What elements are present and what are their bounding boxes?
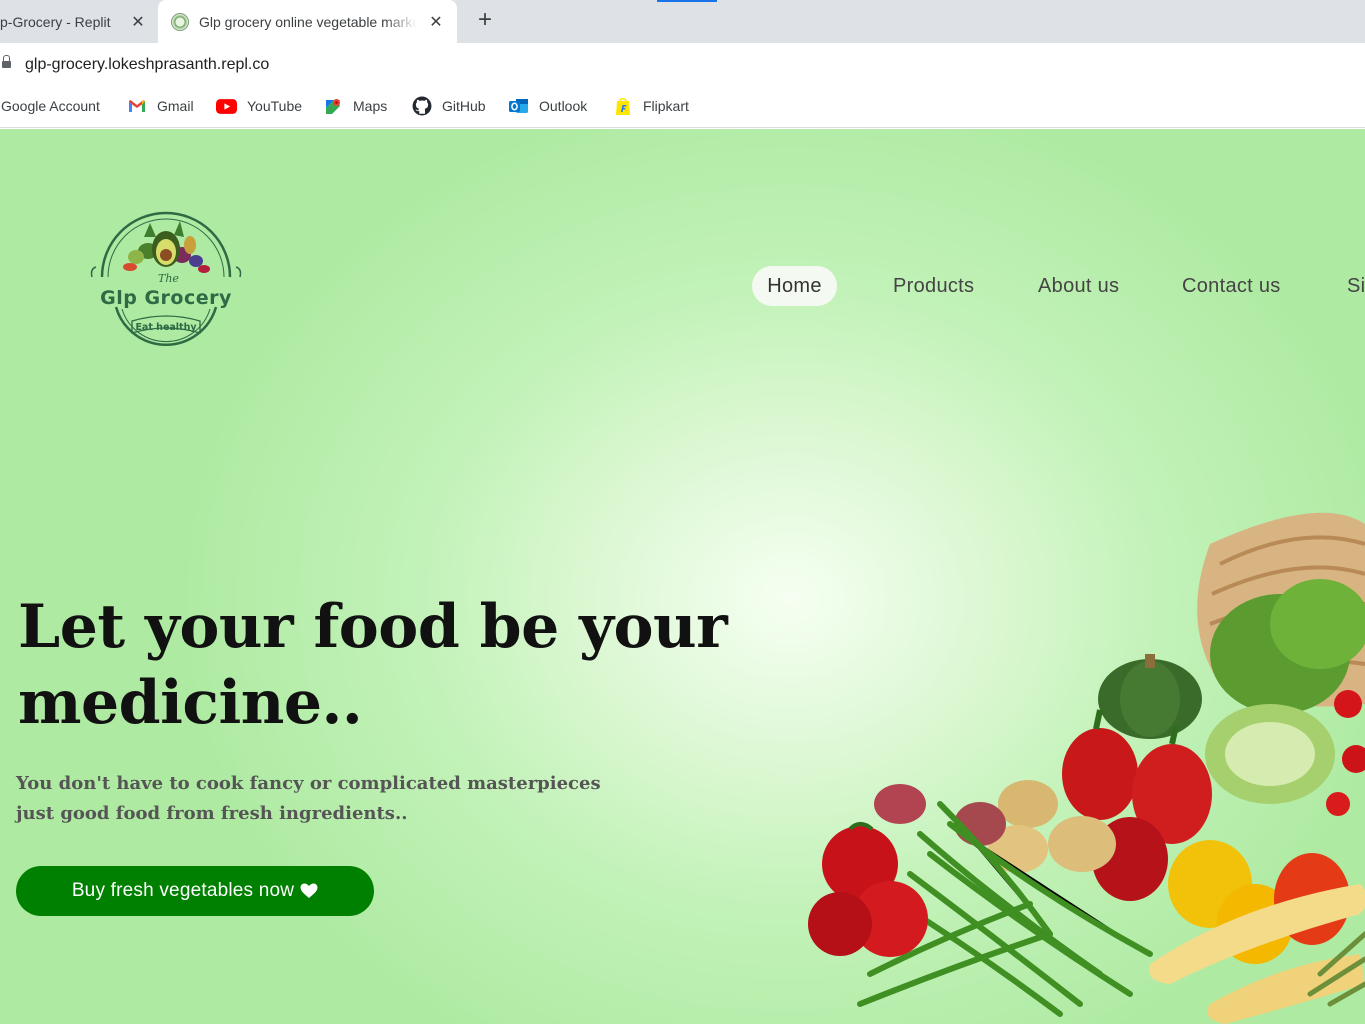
site-logo[interactable]: The Glp Grocery Eat healthy	[86, 211, 246, 347]
logo-title: Glp Grocery	[100, 287, 232, 309]
logo-the: The	[158, 272, 179, 285]
bookmark-github[interactable]: GitHub	[412, 96, 486, 116]
bookmark-label: YouTube	[247, 98, 303, 114]
site-favicon-icon	[171, 12, 189, 31]
github-icon	[412, 96, 432, 116]
nav-products[interactable]: Products	[893, 266, 974, 306]
bookmark-maps[interactable]: Maps	[324, 96, 387, 116]
gmail-icon	[129, 100, 145, 112]
logo-tagline: Eat healthy	[135, 322, 197, 333]
heart-icon	[300, 883, 318, 898]
bookmark-google-account[interactable]: Google Account	[1, 96, 100, 116]
hero-subtitle-line: just good food from fresh ingredients..	[16, 803, 408, 824]
bookmark-label: Flipkart	[643, 98, 689, 114]
vegetable-basket-image	[808, 512, 1365, 1024]
outlook-icon	[509, 99, 528, 113]
bookmark-youtube[interactable]: YouTube	[216, 96, 302, 116]
bookmark-flipkart[interactable]: Flipkart	[613, 96, 689, 116]
nav-contact-us[interactable]: Contact us	[1182, 266, 1281, 306]
buy-vegetables-button[interactable]: Buy fresh vegetables now	[16, 866, 374, 916]
bookmark-label: Gmail	[157, 98, 194, 114]
tab-replit[interactable]: p-Grocery - Replit ✕	[0, 0, 156, 43]
bookmark-gmail[interactable]: Gmail	[128, 96, 194, 116]
flipkart-icon	[616, 98, 630, 115]
bookmark-label: Outlook	[539, 98, 588, 114]
close-icon[interactable]: ✕	[128, 12, 148, 32]
lock-icon[interactable]	[2, 55, 11, 69]
bookmark-label: Maps	[353, 98, 388, 114]
close-icon[interactable]: ✕	[426, 12, 446, 32]
bookmark-label: GitHub	[442, 98, 486, 114]
bookmark-label: Google Account	[1, 98, 100, 114]
cta-label: Buy fresh vegetables now	[71, 880, 295, 901]
nav-sign-in-truncated[interactable]: Si	[1347, 266, 1365, 306]
new-tab-plus-icon[interactable]: +	[472, 8, 498, 34]
tab-title: Glp grocery online vegetable market	[199, 13, 417, 30]
hero-title: Let your food be your medicine..	[18, 592, 728, 738]
nav-about-us[interactable]: About us	[1038, 266, 1119, 306]
tab-glp-grocery[interactable]: Glp grocery online vegetable market ✕	[158, 0, 457, 43]
maps-icon	[326, 99, 340, 114]
hero-subtitle: You don't have to cook fancy or complica…	[16, 769, 616, 829]
youtube-icon	[216, 98, 237, 114]
web-page: The Glp Grocery Eat healthy Home Product…	[0, 129, 1365, 1024]
hero-subtitle-line: You don't have to cook fancy or complica…	[16, 773, 601, 794]
tab-drag-indicator	[657, 0, 717, 2]
nav-home[interactable]: Home	[752, 266, 837, 306]
url-field[interactable]: glp-grocery.lokeshprasanth.repl.co	[25, 56, 269, 74]
bookmark-outlook[interactable]: Outlook	[509, 96, 587, 116]
tab-title: p-Grocery - Replit	[0, 13, 111, 30]
